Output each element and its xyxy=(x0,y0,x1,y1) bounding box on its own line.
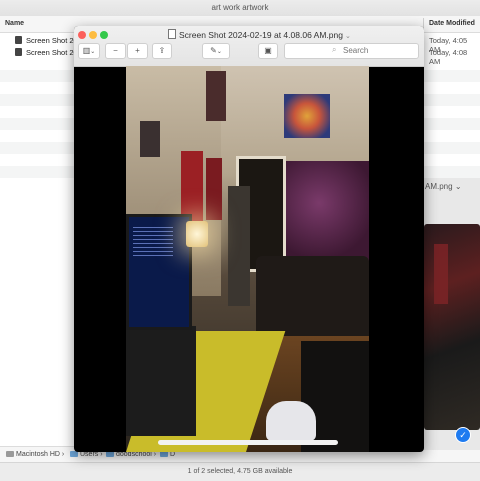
preview-titlebar: Screen Shot 2024-02-19 at 4.08.06 AM.png… xyxy=(74,26,424,67)
zoom-in-button[interactable]: + xyxy=(127,43,148,59)
disk-icon xyxy=(6,451,14,457)
status-bar: 1 of 2 selected, 4.75 GB available xyxy=(0,462,480,481)
photo-poster xyxy=(181,151,203,221)
photo-chair xyxy=(266,401,316,441)
markup-icon: ✎ xyxy=(210,46,217,55)
search-input[interactable] xyxy=(341,45,415,56)
toolbox-button[interactable]: ▣ xyxy=(258,43,278,59)
preview-window[interactable]: Screen Shot 2024-02-19 at 4.08.06 AM.png… xyxy=(74,26,424,452)
photo-tapestry xyxy=(286,161,369,266)
chevron-down-icon: ⌄ xyxy=(90,49,96,55)
toolbox-icon: ▣ xyxy=(264,46,272,55)
chevron-down-icon: ⌄ xyxy=(344,33,351,40)
maximize-icon[interactable] xyxy=(100,31,108,39)
path-item-users[interactable]: Users › xyxy=(70,451,103,458)
minimize-icon[interactable] xyxy=(89,31,97,39)
file-date: Today, 4:08 AM xyxy=(429,48,468,66)
photo-tv-screen xyxy=(133,227,173,257)
share-icon: ⇪ xyxy=(158,46,166,55)
zoom-out-icon: − xyxy=(113,46,118,55)
photo-lamp xyxy=(186,221,208,247)
image-file-icon xyxy=(15,48,22,56)
screenshot-image xyxy=(126,66,369,452)
window-title-fragment: AM.png ⌄ xyxy=(425,182,462,191)
photo-poster xyxy=(206,158,222,220)
photo-preview xyxy=(424,224,480,430)
image-file-icon xyxy=(15,36,22,44)
share-button[interactable]: ⇪ xyxy=(152,43,172,59)
selection-check-icon[interactable]: ✓ xyxy=(455,427,471,443)
photo-poster xyxy=(206,71,226,121)
zoom-out-button[interactable]: − xyxy=(105,43,126,59)
markup-button[interactable]: ✎⌄ xyxy=(202,43,230,59)
photo-tv xyxy=(126,214,192,330)
file-name: Screen Shot 20 xyxy=(26,36,78,45)
document-icon xyxy=(168,29,176,39)
zoom-in-icon: + xyxy=(135,46,140,55)
photo-desk xyxy=(126,326,196,436)
second-preview-window[interactable]: AM.png ⌄ xyxy=(420,178,480,450)
home-indicator xyxy=(158,440,338,445)
finder-title: art work artwork xyxy=(0,0,480,16)
search-field[interactable]: ⌕ xyxy=(284,43,419,59)
file-name: Screen Shot 20 xyxy=(26,48,78,57)
path-item-user[interactable]: doodschool › xyxy=(106,451,156,458)
document-title[interactable]: Screen Shot 2024-02-19 at 4.08.06 AM.png… xyxy=(168,29,351,40)
sidebar-button[interactable]: ▥⌄ xyxy=(78,43,100,59)
path-item-disk[interactable]: Macintosh HD › xyxy=(6,451,64,458)
photo-painting xyxy=(284,94,330,138)
path-item-folder[interactable]: D xyxy=(160,451,175,458)
search-icon: ⌕ xyxy=(332,45,337,54)
column-name[interactable]: Name xyxy=(5,20,24,27)
photo-poster xyxy=(140,121,160,157)
column-date-modified[interactable]: Date Modified xyxy=(429,20,475,27)
chevron-down-icon: ⌄ xyxy=(216,49,222,55)
photo-shelf xyxy=(228,186,250,306)
close-icon[interactable] xyxy=(78,31,86,39)
photo-detail xyxy=(434,244,448,304)
